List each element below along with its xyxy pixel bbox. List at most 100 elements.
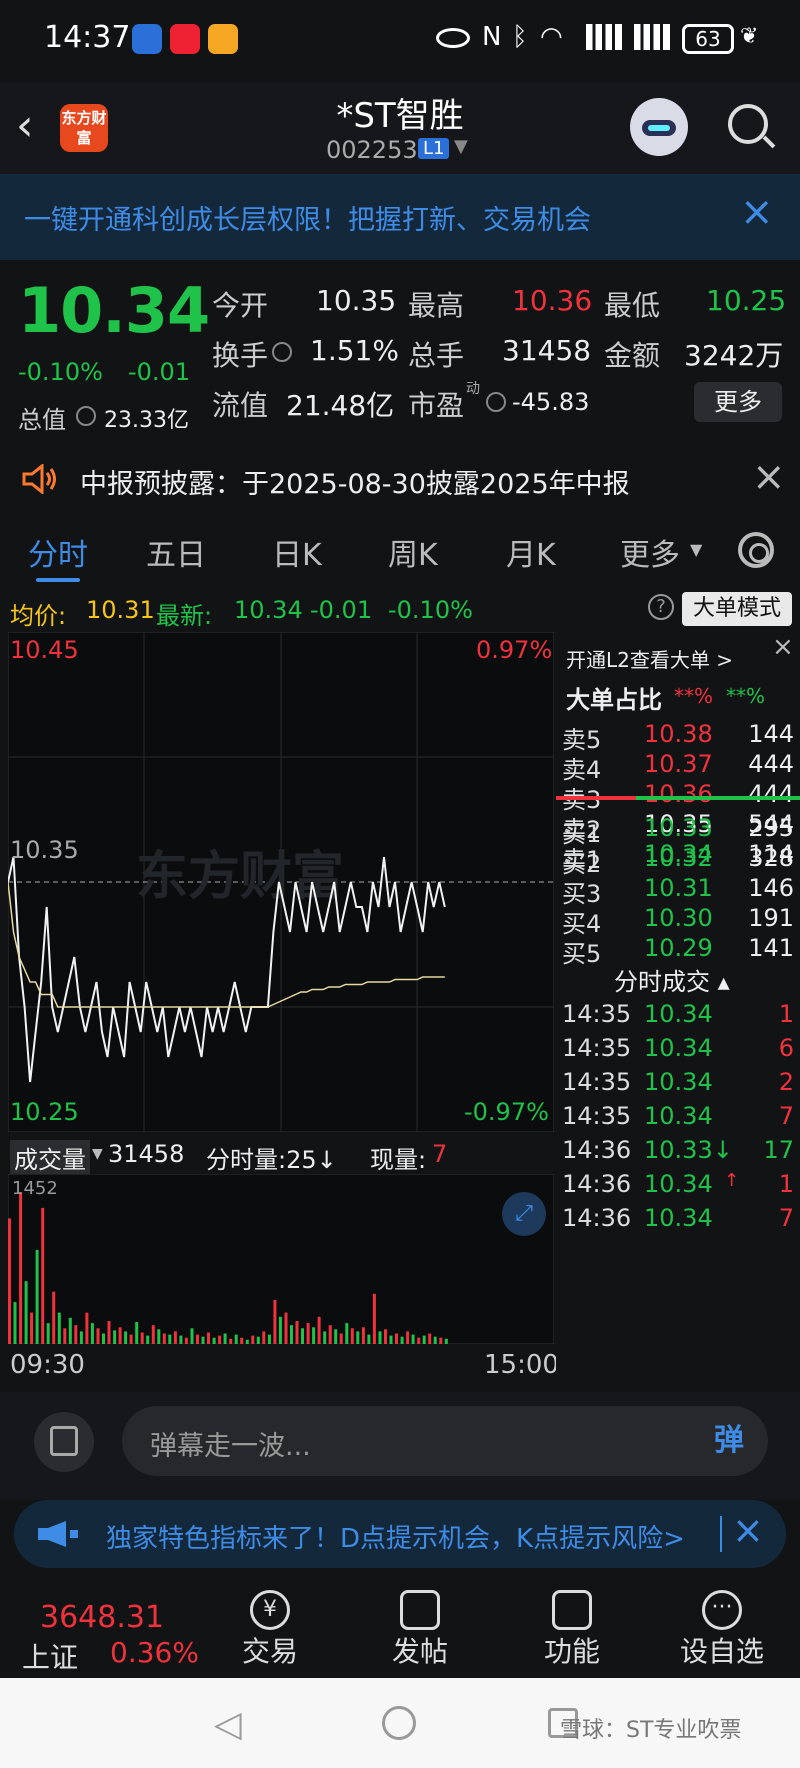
expand-icon[interactable]: ⤢ [502, 1192, 546, 1236]
big-order-mode-button[interactable]: 大单模式 [682, 592, 792, 626]
buy-price: 10.30 [644, 904, 713, 932]
caret-down-icon[interactable]: ▼ [92, 1146, 103, 1162]
volume-bar [433, 1336, 437, 1344]
close-icon[interactable]: × [752, 454, 786, 500]
speaker-icon [22, 464, 56, 494]
index-value[interactable]: 3648.31 [40, 1600, 164, 1635]
tick-row: 14:36 10.34 7 [556, 1204, 800, 1236]
chg-value: -0.01 [310, 596, 373, 624]
sell-price: 10.38 [644, 720, 713, 748]
volume-bar [113, 1330, 117, 1344]
top-pct-label: 0.97% [476, 636, 553, 664]
volume-bar [284, 1312, 288, 1344]
more-dots-icon[interactable]: ··· [702, 1590, 742, 1630]
more-button[interactable]: 更多 [694, 382, 782, 422]
notice-text[interactable]: 中报预披露：于2025-08-30披露2025年中报 [80, 462, 630, 501]
vol-total: 31458 [108, 1140, 185, 1168]
volume-bar [85, 1312, 89, 1344]
danmaku-input[interactable]: 弹幕走一波... 弹 [122, 1406, 768, 1476]
tab-intraday[interactable]: 分时 [28, 530, 88, 574]
intraday-chart[interactable]: 东方财富 10.45 0.97% 10.35 10.25 -0.97% [7, 631, 555, 1133]
buy-volume: 328 [748, 844, 794, 872]
tick-row: 14:35 10.34 6 [556, 1034, 800, 1066]
sell-row[interactable]: 卖4 10.37 444 [556, 750, 800, 784]
tick-row: 14:35 10.34 1 [556, 1000, 800, 1032]
index-name[interactable]: 上证 [22, 1636, 78, 1676]
banner-text[interactable]: 一键开通科创成长层权限！把握打新、交易机会 [24, 198, 591, 237]
intraday-chart-svg: 东方财富 [7, 631, 555, 1133]
tick-volume: 1 [778, 1170, 794, 1198]
vol-indicator-select[interactable]: 成交量 [10, 1140, 90, 1175]
tab-weekly-k[interactable]: 周K [388, 530, 438, 574]
info-icon[interactable] [272, 342, 292, 362]
tab-five-day[interactable]: 五日 [146, 530, 206, 574]
info-icon[interactable] [486, 392, 506, 412]
l2-link[interactable]: 开通L2查看大单 > [566, 644, 733, 673]
tab-daily-k[interactable]: 日K [272, 530, 322, 574]
buy-row[interactable]: 买3 10.31 146 [556, 874, 800, 908]
top-price-label: 10.45 [10, 636, 79, 664]
volume-bar [118, 1327, 122, 1344]
danmaku-settings-icon[interactable] [34, 1412, 94, 1472]
close-icon[interactable]: × [772, 632, 794, 662]
sell-row[interactable]: 卖5 10.38 144 [556, 720, 800, 754]
buy-price: 10.31 [644, 874, 713, 902]
open-value: 10.35 [316, 284, 397, 317]
nav-add-watchlist[interactable]: 设自选 [662, 1630, 782, 1670]
help-icon[interactable]: ? [648, 594, 674, 620]
index-pct[interactable]: 0.36% [110, 1636, 199, 1669]
promo-text[interactable]: 独家特色指标来了！D点提示机会，K点提示风险> [106, 1518, 685, 1555]
price-info-bar: 均价: 10.31 最新: 10.34 -0.01 -0.10% ? 大单模式 [0, 590, 800, 630]
app-notify-icon [132, 24, 162, 54]
volume-bar [234, 1334, 238, 1344]
tick-row: 14:35 10.34 7 [556, 1102, 800, 1134]
search-icon[interactable] [728, 104, 768, 144]
level-badge[interactable]: L1 [418, 138, 450, 159]
nav-functions[interactable]: 功能 [512, 1630, 632, 1670]
volume-bar [384, 1329, 387, 1344]
ticks-header[interactable]: 分时成交 ▴ [614, 962, 730, 997]
danmaku-send-button[interactable]: 弹 [700, 1412, 758, 1470]
volume-bar [196, 1334, 199, 1344]
buy-row[interactable]: 买1 10.33 295 [556, 814, 800, 848]
robot-assistant-icon[interactable] [630, 98, 688, 156]
tab-monthly-k[interactable]: 月K [506, 530, 556, 574]
divider [720, 1516, 722, 1552]
trade-icon[interactable]: ¥ [250, 1590, 290, 1630]
tick-price: 10.34 [644, 1204, 713, 1232]
volume-bar [173, 1331, 177, 1344]
edit-icon[interactable] [400, 1590, 440, 1630]
caret-down-icon[interactable]: ▼ [690, 540, 702, 559]
buy-row[interactable]: 买4 10.30 191 [556, 904, 800, 938]
battery-icon: 63 [682, 24, 734, 54]
volume-bar [19, 1192, 23, 1344]
nav-post[interactable]: 发帖 [360, 1630, 480, 1670]
volume-bar [411, 1334, 415, 1344]
tick-time: 14:35 [562, 1034, 632, 1062]
tick-price: 10.34 [644, 1170, 713, 1198]
pe-value: -45.83 [512, 388, 590, 416]
tab-more[interactable]: 更多 [620, 530, 680, 574]
promo-bar[interactable]: 独家特色指标来了！D点提示机会，K点提示风险> × [14, 1500, 786, 1568]
buy-volume: 295 [748, 814, 794, 842]
gear-icon[interactable] [738, 532, 774, 568]
nav-trade[interactable]: 交易 [210, 1630, 330, 1670]
mktcap-label: 总值 [18, 406, 66, 434]
grid-icon[interactable] [552, 1590, 592, 1630]
info-icon[interactable] [76, 406, 96, 426]
chevron-down-icon[interactable]: ▼ [454, 136, 468, 157]
now-vol-label: 现量: [370, 1146, 427, 1174]
volume-chart[interactable]: 1452 ⤢ [7, 1173, 555, 1345]
volume-bar [218, 1335, 222, 1344]
volume-bar [135, 1322, 139, 1344]
back-triangle-icon[interactable]: ◁ [214, 1704, 242, 1745]
home-circle-icon[interactable] [382, 1706, 416, 1740]
close-icon[interactable]: × [732, 1508, 764, 1552]
buy-price: 10.33 [644, 814, 713, 842]
promo-banner[interactable]: 一键开通科创成长层权限！把握打新、交易机会 × [0, 174, 800, 260]
buy-row[interactable]: 买2 10.32 328 [556, 844, 800, 878]
volume-bar [290, 1325, 293, 1344]
volume-bar [267, 1334, 271, 1344]
close-icon[interactable]: × [740, 190, 774, 234]
notice-bar[interactable]: 中报预披露：于2025-08-30披露2025年中报 × [0, 446, 800, 512]
